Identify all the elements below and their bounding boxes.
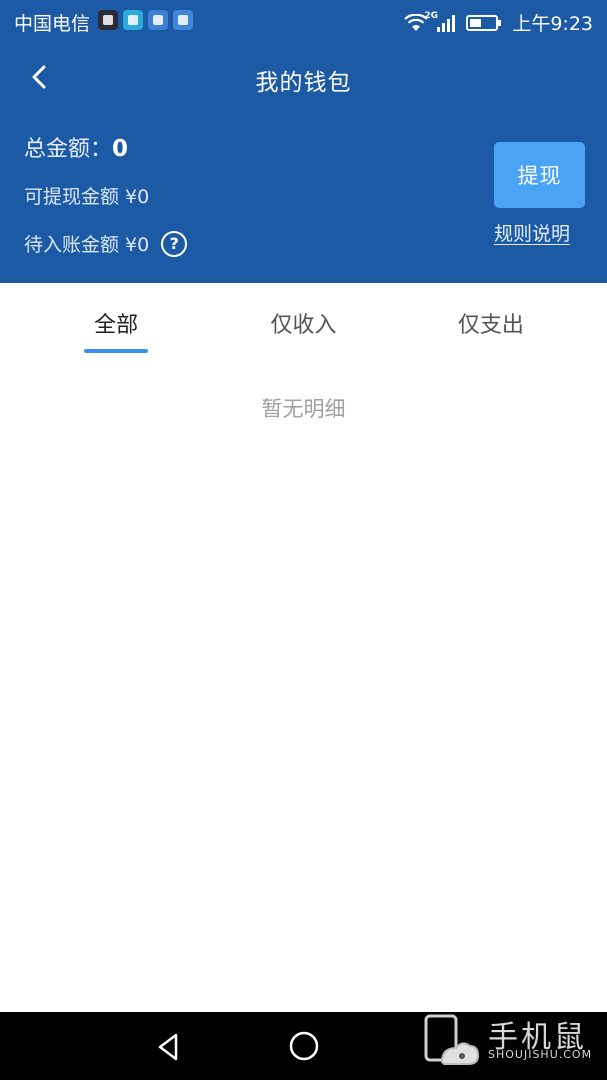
pending-amount: 待入账金额 ¥0 (24, 234, 150, 256)
nav-bar: 我的钱包 (0, 48, 607, 108)
page-title: 我的钱包 (255, 70, 352, 96)
tab-active-indicator (84, 349, 149, 353)
carrier-name: 中国电信 (14, 13, 91, 35)
status-indicators: 2G 上午9:23 (404, 9, 593, 36)
notification-book-icon (123, 10, 143, 30)
total-amount-label: 总金额： (24, 137, 113, 162)
tab-income-only[interactable]: 仅收入 (202, 283, 404, 359)
site-watermark: 手机鼠 SHOUJISHU.COM (422, 1010, 602, 1072)
filter-tabs: 全部 仅收入 仅支出 (0, 283, 607, 359)
watermark-url: SHOUJISHU.COM (488, 1048, 593, 1061)
status-time: 上午9:23 (512, 13, 593, 35)
notification-app-icon (98, 10, 118, 30)
total-amount-value: 0 (112, 136, 129, 162)
question-circle-icon[interactable]: ? (161, 230, 188, 257)
wallet-screen: 中国电信 2G 上午9:23 我的钱包 总金额：0 可提现金额 ¥0 待入账金额… (0, 0, 607, 1080)
notification-heart-icon (173, 10, 193, 30)
tab-expense-label: 仅支出 (457, 313, 524, 338)
triangle-back-icon[interactable] (152, 1030, 186, 1064)
withdraw-button[interactable]: 提现 (494, 142, 585, 208)
watermark-logo-icon (424, 1014, 480, 1065)
rules-link[interactable]: 规则说明 (494, 219, 570, 246)
pending-amount-row: 待入账金额 ¥0 ? (24, 230, 188, 257)
withdrawable-amount: 可提现金额 ¥0 (24, 186, 150, 208)
tab-all-label: 全部 (94, 313, 139, 338)
status-bar: 中国电信 2G 上午9:23 (0, 0, 607, 40)
empty-state-text: 暂无明细 (261, 397, 346, 421)
tab-income-label: 仅收入 (270, 313, 337, 338)
notification-icons (98, 10, 193, 30)
tab-all[interactable]: 全部 (0, 283, 202, 359)
network-type: 2G (424, 10, 438, 21)
circle-home-icon[interactable] (288, 1030, 320, 1062)
total-amount: 总金额：0 (24, 131, 128, 163)
notification-shield-icon (148, 10, 168, 30)
battery-icon (466, 14, 502, 32)
tab-expense-only[interactable]: 仅支出 (405, 283, 607, 359)
signal-icon: 2G (424, 11, 458, 32)
